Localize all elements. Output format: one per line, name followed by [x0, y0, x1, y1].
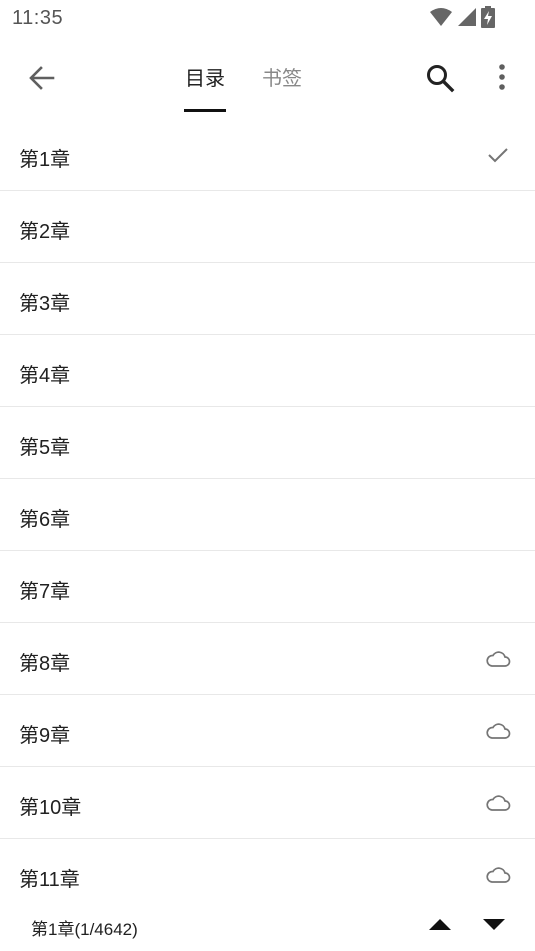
- status-time: 11:35: [12, 7, 64, 29]
- triangle-up-icon: [429, 919, 451, 930]
- status-icons: [429, 6, 495, 33]
- chapter-progress: 第1章(1/4642): [31, 920, 138, 939]
- chapter-title: 第3章: [19, 293, 71, 315]
- previous-chapter-button[interactable]: [426, 915, 454, 935]
- chapter-row[interactable]: 第2章: [0, 191, 535, 263]
- chapter-row[interactable]: 第8章: [0, 623, 535, 695]
- tab-toc[interactable]: 目录: [185, 62, 225, 91]
- chapter-title: 第6章: [19, 509, 71, 531]
- triangle-down-icon: [483, 919, 505, 930]
- signal-icon: [457, 7, 477, 32]
- chapter-title: 第4章: [19, 365, 71, 387]
- chapter-row[interactable]: 第9章: [0, 695, 535, 767]
- cloud-icon: [485, 791, 511, 815]
- bottom-bar: 第1章(1/4642): [0, 897, 535, 951]
- cloud-icon: [485, 647, 511, 671]
- chapter-row[interactable]: 第5章: [0, 407, 535, 479]
- more-vertical-icon: [499, 64, 505, 90]
- chapter-title: 第9章: [19, 725, 71, 747]
- cloud-icon: [485, 863, 511, 887]
- check-icon: [485, 143, 511, 167]
- chapter-row[interactable]: 第7章: [0, 551, 535, 623]
- chapter-row[interactable]: 第1章: [0, 119, 535, 191]
- search-button[interactable]: [424, 62, 456, 94]
- chapter-row[interactable]: 第10章: [0, 767, 535, 839]
- chapter-title: 第8章: [19, 653, 71, 675]
- tab-indicator: [184, 109, 226, 112]
- search-icon: [427, 65, 455, 93]
- next-chapter-button[interactable]: [480, 915, 508, 935]
- back-button[interactable]: [22, 60, 62, 96]
- tab-bookmark[interactable]: 书签: [262, 62, 302, 91]
- chapter-row[interactable]: 第3章: [0, 263, 535, 335]
- chapter-title: 第5章: [19, 437, 71, 459]
- wifi-icon: [429, 6, 453, 33]
- cloud-icon: [485, 719, 511, 743]
- chapter-row[interactable]: 第11章: [0, 839, 535, 897]
- arrow-left-icon: [29, 66, 55, 90]
- toolbar: 目录 书签: [0, 38, 535, 118]
- chapter-title: 第11章: [19, 869, 80, 891]
- chapter-row[interactable]: 第4章: [0, 335, 535, 407]
- chapter-title: 第2章: [19, 221, 71, 243]
- chapter-title: 第1章: [19, 149, 71, 171]
- chapter-title: 第10章: [19, 797, 82, 819]
- more-options-button[interactable]: [490, 60, 514, 96]
- chapter-list: 第1章第2章第3章第4章第5章第6章第7章第8章第9章第10章第11章: [0, 119, 535, 897]
- chapter-title: 第7章: [19, 581, 71, 603]
- chapter-row[interactable]: 第6章: [0, 479, 535, 551]
- status-bar: 11:35: [0, 0, 535, 38]
- battery-charging-icon: [481, 6, 495, 33]
